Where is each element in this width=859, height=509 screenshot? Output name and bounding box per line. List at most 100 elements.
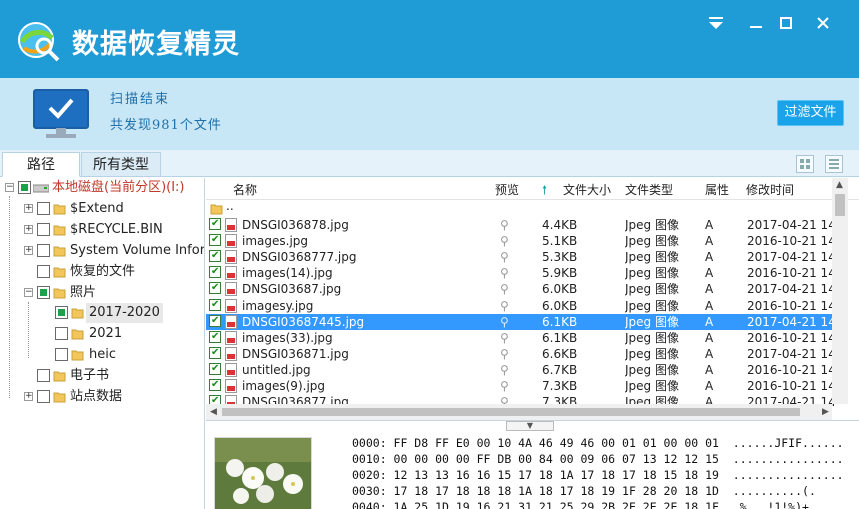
file-row[interactable]: images(33).jpg ⚲ 6.1KB Jpeg 图像 A 2016-10-21 1… [206,329,836,346]
jpg-file-icon [225,362,237,377]
preview-magnifier-icon[interactable]: ⚲ [500,330,509,346]
scroll-right-icon[interactable]: ▶ [822,407,829,417]
file-checkbox[interactable] [209,297,221,313]
horizontal-scroll-thumb[interactable] [222,408,800,416]
preview-magnifier-icon[interactable]: ⚲ [500,265,509,281]
expand-icon[interactable]: + [24,204,33,213]
column-modified[interactable]: 修改时间 [746,181,794,198]
file-checkbox[interactable] [209,280,221,296]
preview-magnifier-icon[interactable]: ⚲ [500,233,509,249]
file-size: 6.0KB [542,298,578,313]
file-attr: A [705,250,714,265]
tree-item-extend[interactable]: + $Extend [0,199,204,219]
file-row[interactable]: imagesy.jpg ⚲ 6.0KB Jpeg 图像 A 2016-10-21 14:1 [206,297,836,314]
minimize-icon[interactable] [745,12,767,34]
close-icon[interactable] [812,12,834,34]
column-attr[interactable]: 属性 [705,181,729,198]
file-checkbox[interactable] [209,329,221,345]
tree-checkbox[interactable] [37,202,50,215]
file-type: Jpeg 图像 [625,314,679,329]
tab-path[interactable]: 路径 [2,152,80,177]
menu-icon[interactable] [705,12,727,34]
tree-root-drive[interactable]: − 本地磁盘(当前分区)(I:) [0,178,204,198]
scroll-left-icon[interactable]: ◀ [210,407,217,417]
parent-folder-row[interactable]: .. [206,199,836,217]
file-checkbox[interactable] [209,377,221,393]
file-row[interactable]: DNSGI0368777.jpg ⚲ 5.3KB Jpeg 图像 A 2017-04-21… [206,248,836,265]
tree-item-site-data[interactable]: + 站点数据 [0,387,204,407]
column-preview[interactable]: 预览 [495,181,519,198]
tree-item-label: 照片 [70,285,97,300]
tree-checkbox[interactable] [55,327,68,340]
file-checkbox[interactable] [209,232,221,248]
preview-magnifier-icon[interactable]: ⚲ [500,249,509,265]
preview-magnifier-icon[interactable]: ⚲ [500,378,509,394]
list-view-icon[interactable] [825,155,843,173]
file-row[interactable]: images(9).jpg ⚲ 7.3KB Jpeg 图像 A 2016-10-21 14… [206,377,836,394]
tree-checkbox[interactable] [37,244,50,257]
tree-checkbox[interactable] [55,348,68,361]
file-checkbox[interactable] [209,248,221,264]
tree-checkbox[interactable] [37,223,50,236]
column-size[interactable]: 文件大小 [563,181,611,198]
file-row[interactable]: DNSGI03687.jpg ⚲ 6.0KB Jpeg 图像 A 2017-04-21 1… [206,280,836,297]
file-type: Jpeg 图像 [625,298,679,313]
scan-status-title: 扫描结束 [110,92,171,107]
tree-checkbox[interactable] [37,369,50,382]
file-row[interactable]: images.jpg ⚲ 5.1KB Jpeg 图像 A 2016-10-21 14:1 [206,232,836,249]
file-modified: 2016-10-21 14:1 [747,330,836,345]
collapse-icon[interactable]: − [24,288,33,297]
expand-icon[interactable]: + [24,225,33,234]
preview-magnifier-icon[interactable]: ⚲ [500,346,509,362]
tree-item-heic[interactable]: heic [0,345,204,365]
preview-magnifier-icon[interactable]: ⚲ [500,281,509,297]
tree-root-label: 本地磁盘(当前分区)(I:) [52,180,185,195]
preview-magnifier-icon[interactable]: ⚲ [500,298,509,314]
horizontal-scrollbar[interactable]: ◀ ▶ [206,404,832,420]
file-row[interactable]: DNSGI03687445.jpg ⚲ 6.1KB Jpeg 图像 A 2017-04-2… [206,313,836,330]
tree-item-photos[interactable]: − 照片 [0,283,204,303]
panel-splitter-handle[interactable]: ▼ [506,421,554,431]
tab-all-types[interactable]: 所有类型 [81,152,161,177]
expand-icon[interactable]: + [24,246,33,255]
column-name[interactable]: 名称 [233,181,257,198]
expand-icon[interactable]: + [24,392,33,401]
thumbnail-view-icon[interactable] [796,155,814,173]
file-row[interactable]: untitled.jpg ⚲ 6.7KB Jpeg 图像 A 2016-10-21 14:… [206,361,836,378]
preview-magnifier-icon[interactable]: ⚲ [500,314,509,330]
column-type[interactable]: 文件类型 [625,181,673,198]
file-modified: 2016-10-21 14:1 [747,266,836,281]
file-row[interactable]: images(14).jpg ⚲ 5.9KB Jpeg 图像 A 2016-10-21 1… [206,264,836,281]
tree-item-system-volume[interactable]: + System Volume Information [0,241,204,261]
file-name: DNSGI03687445.jpg [242,314,365,329]
vertical-scrollbar[interactable]: ▲ [832,178,848,404]
jpg-file-icon [225,282,237,297]
tree-checkbox[interactable] [37,265,50,278]
maximize-icon[interactable] [775,12,797,34]
file-checkbox[interactable] [209,216,221,232]
file-checkbox[interactable] [209,264,221,280]
tree-checkbox[interactable] [18,181,31,194]
filter-files-button[interactable]: 过滤文件 [777,100,844,126]
file-checkbox[interactable] [209,345,221,361]
tree-item-ebooks[interactable]: 电子书 [0,366,204,386]
file-size: 5.3KB [542,250,578,265]
preview-magnifier-icon[interactable]: ⚲ [500,217,509,233]
tree-item-2017-2020[interactable]: 2017-2020 [0,303,204,323]
folder-up-icon [210,204,223,215]
tree-item-recovered-files[interactable]: 恢复的文件 [0,262,204,282]
collapse-icon[interactable]: − [5,183,14,192]
tree-checkbox[interactable] [55,306,68,319]
file-checkbox[interactable] [209,313,221,329]
file-row[interactable]: DNSGI036871.jpg ⚲ 6.6KB Jpeg 图像 A 2017-04-21 … [206,345,836,362]
file-checkbox[interactable] [209,361,221,377]
file-row[interactable]: DNSGI036878.jpg ⚲ 4.4KB Jpeg 图像 A 2017-04-21 … [206,216,836,233]
scroll-up-icon[interactable]: ▲ [836,180,843,190]
tree-item-2021[interactable]: 2021 [0,324,204,344]
tree-item-recycle-bin[interactable]: + $RECYCLE.BIN [0,220,204,240]
tree-checkbox[interactable] [37,390,50,403]
vertical-scroll-thumb[interactable] [835,194,845,216]
monitor-check-icon [33,89,89,138]
preview-magnifier-icon[interactable]: ⚲ [500,362,509,378]
tree-checkbox[interactable] [37,286,50,299]
